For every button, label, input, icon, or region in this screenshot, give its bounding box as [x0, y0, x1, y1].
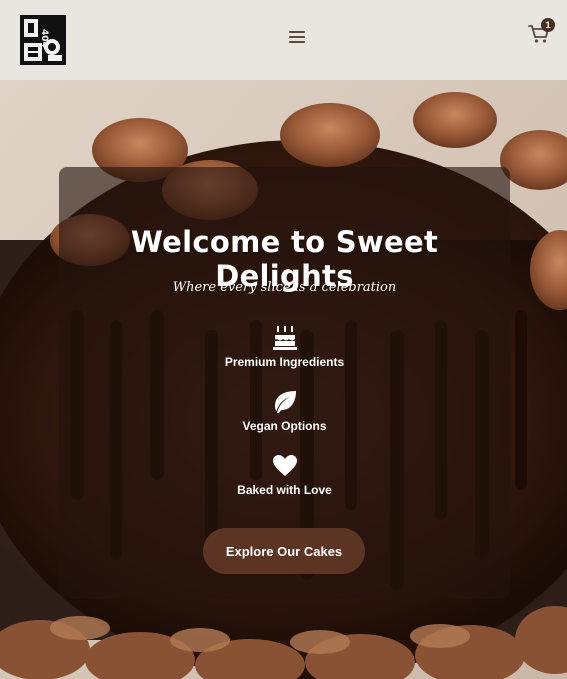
hero-section: Welcome to Sweet Delights Where every sl…: [0, 80, 567, 679]
explore-cakes-button[interactable]: Explore Our Cakes: [203, 528, 365, 574]
site-logo[interactable]: 404: [20, 15, 66, 65]
feature-label: Premium Ingredients: [224, 355, 345, 369]
welcome-card: Welcome to Sweet Delights Where every sl…: [59, 167, 510, 599]
cart-count-badge: 1: [541, 18, 555, 32]
site-header: 404: [0, 0, 567, 80]
shopping-cart-icon[interactable]: 1: [528, 18, 555, 46]
feature-label: Vegan Options: [242, 419, 327, 433]
leaf-icon: [274, 391, 296, 413]
hero-subtitle: Where every slice is a celebration: [172, 280, 397, 295]
feature-baked-with-love: Baked with Love: [59, 453, 510, 497]
hamburger-menu-icon[interactable]: [289, 31, 305, 43]
feature-premium-ingredients: Premium Ingredients: [59, 325, 510, 369]
heart-icon: [272, 455, 297, 476]
birthday-cake-icon: [272, 326, 297, 350]
feature-label: Baked with Love: [237, 483, 332, 497]
feature-vegan-options: Vegan Options: [59, 389, 510, 433]
